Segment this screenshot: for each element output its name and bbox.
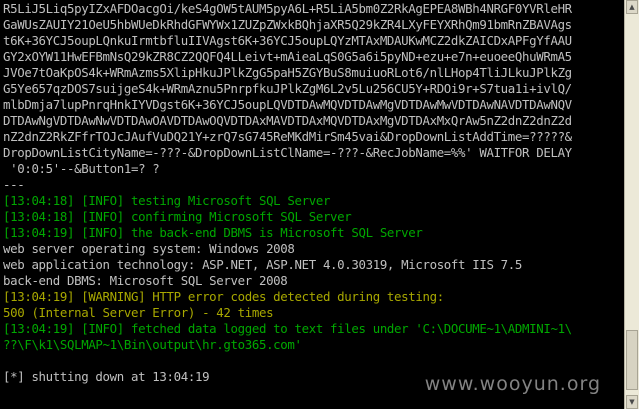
console-line: JVOe7tOaKpOS4k+WRmAzms5XlipHkuJPlkZgG5pa…	[3, 65, 572, 80]
console-line: [13:04:18] [INFO] testing Microsoft SQL …	[3, 193, 331, 208]
scroll-thumb[interactable]	[626, 330, 638, 390]
console-line: web server operating system: Windows 200…	[3, 241, 295, 256]
console-line: back-end DBMS: Microsoft SQL Server 2008	[3, 273, 288, 288]
console-line: G5Ye657qzDOS7suijgeS4k+WRmAznu5PnrpfkuJP…	[3, 81, 572, 96]
console-line: web application technology: ASP.NET, ASP…	[3, 257, 523, 272]
console-line: [13:04:19] [INFO] fetched data logged to…	[3, 321, 572, 336]
console-line: GY2xOYW11HwEFBmNsQ29kZR8CZ2QQFQ4LLeivt+m…	[3, 49, 572, 64]
console-line: [13:04:19] [INFO] the back-end DBMS is M…	[3, 225, 423, 240]
console-line: GaWUsZAUIY21OeU5hbWUeDkRhdGFWYWx1ZUZpZWx…	[3, 17, 572, 32]
console-line: DropDownListCityName=-???-&DropDownListC…	[3, 145, 572, 160]
console-line: ??\F\k1\SQLMAP~1\Bin\output\hr.gto365.co…	[3, 337, 302, 352]
console-window[interactable]: R5LiJ5Liq5pyIZxAFDOacgOi/keS4gOW5tAUM5py…	[0, 0, 625, 409]
console-line: R5LiJ5Liq5pyIZxAFDOacgOi/keS4gOW5tAUM5py…	[3, 1, 572, 16]
console-line: '0:0:5'--&Button1=? ?	[3, 161, 160, 176]
console-line: mlbDmja7lupPnrqHnkIYVDgst6K+36YCJ5oupLQV…	[3, 97, 572, 112]
console-line: DTDAwNgVDTDAwNwVDTDAwOAVDTDAwOQVDTDAxMAV…	[3, 113, 572, 128]
console-line: ---	[3, 177, 25, 192]
console-line: 500 (Internal Server Error) - 42 times	[3, 305, 274, 320]
console-line: [13:04:19] [WARNING] HTTP error codes de…	[3, 289, 444, 304]
watermark: www.wooyun.org	[424, 373, 601, 395]
console-output: R5LiJ5Liq5pyIZxAFDOacgOi/keS4gOW5tAUM5py…	[3, 1, 623, 385]
scroll-up-icon[interactable]: ▲	[626, 0, 638, 14]
console-line: [13:04:18] [INFO] confirming Microsoft S…	[3, 209, 352, 224]
console-line: nZ2dnZ2RkZFfrTOJcJAufVuDQ21Y+zrQ7sG745Re…	[3, 129, 572, 144]
scroll-down-icon[interactable]: ▼	[626, 395, 638, 409]
console-line: t6K+36YCJ5oupLQnkuIrmtbfluIIVAgst6K+36YC…	[3, 33, 572, 48]
vertical-scrollbar[interactable]: ▲ ▼	[624, 0, 639, 409]
